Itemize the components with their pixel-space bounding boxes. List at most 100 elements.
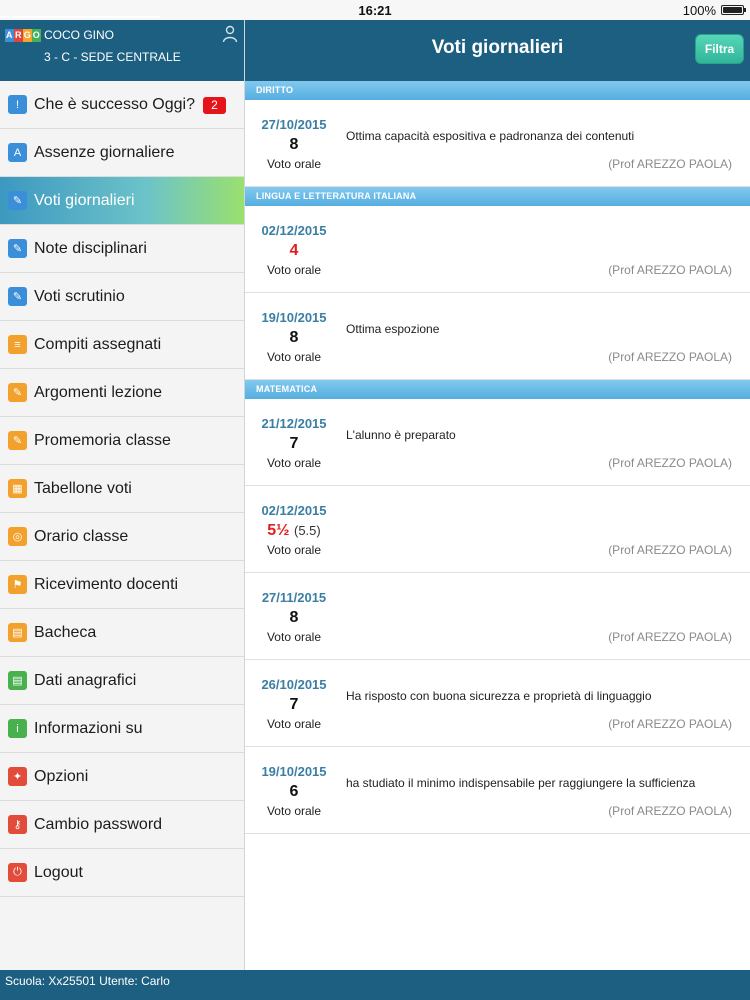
status-time: 16:21 [358, 3, 392, 18]
notification-badge: 2 [203, 97, 226, 114]
grade-teacher: (Prof AREZZO PAOLA) [608, 350, 732, 364]
sidebar-item-note-disciplinari[interactable]: ✎ Note disciplinari [0, 225, 244, 273]
sidebar-item-cambio-password[interactable]: ⚷ Cambio password [0, 801, 244, 849]
grade-value: 4 [245, 242, 343, 260]
sidebar-item-opzioni[interactable]: ✦ Opzioni [0, 753, 244, 801]
personal-data-icon: ▤ [8, 671, 27, 690]
homework-icon: ≡ [8, 335, 27, 354]
status-bar: 16:21 100% [0, 0, 750, 20]
sidebar-item-promemoria-classe[interactable]: ✎ Promemoria classe [0, 417, 244, 465]
grade-value: 7 [245, 435, 343, 453]
scrutiny-icon: ✎ [8, 287, 27, 306]
meeting-icon: ⚑ [8, 575, 27, 594]
sidebar-item-label: Logout [34, 863, 83, 881]
timetable-icon: ◎ [8, 527, 27, 546]
grade-type: Voto orale [266, 804, 322, 818]
sidebar-item-tabellone-voti[interactable]: ▦ Tabellone voti [0, 465, 244, 513]
sidebar-item-label: Dati anagrafici [34, 671, 137, 689]
grade-date: 27/10/2015 [261, 117, 327, 132]
grade-entry[interactable]: 19/10/2015 6 Voto orale ha studiato il mini… [245, 747, 750, 834]
user-switch-icon[interactable] [222, 25, 238, 43]
user-header: ARGO COCO GINO 3 - C - SEDE CENTRALE [0, 20, 244, 81]
grade-type: Voto orale [266, 456, 322, 470]
grade-decimal: (5.5) [293, 523, 321, 538]
sidebar-item-ricevimento-docenti[interactable]: ⚑ Ricevimento docenti [0, 561, 244, 609]
reminder-icon: ✎ [8, 431, 27, 450]
sidebar-item-voti-scrutinio[interactable]: ✎ Voti scrutinio [0, 273, 244, 321]
sidebar-item-bacheca[interactable]: ▤ Bacheca [0, 609, 244, 657]
grade-entry[interactable]: 02/12/2015 4 Voto orale (Prof AREZZO PAOLA) [245, 206, 750, 293]
grade-teacher: (Prof AREZZO PAOLA) [608, 157, 732, 171]
sidebar-item-orario-classe[interactable]: ◎ Orario classe [0, 513, 244, 561]
grade-date: 27/11/2015 [261, 590, 327, 605]
grade-teacher: (Prof AREZZO PAOLA) [608, 543, 732, 557]
grade-mark: 8 [289, 136, 299, 153]
sidebar-item-label: Voti giornalieri [34, 191, 135, 209]
sidebar-item-argomenti-lezione[interactable]: ✎ Argomenti lezione [0, 369, 244, 417]
grade-date: 02/12/2015 [261, 503, 327, 518]
grade-teacher: (Prof AREZZO PAOLA) [608, 456, 732, 470]
grade-mark: 5½ [267, 522, 290, 539]
sidebar-item-logout[interactable]: ⏻ Logout [0, 849, 244, 897]
grade-entry[interactable]: 26/10/2015 7 Voto orale Ha risposto con buo… [245, 660, 750, 747]
logo-letter: G [23, 29, 32, 42]
sidebar-item-label: Cambio password [34, 815, 163, 833]
grade-mark: 8 [289, 609, 299, 626]
power-icon: ⏻ [8, 863, 27, 882]
grade-entry[interactable]: 21/12/2015 7 Voto orale L'alunno è preparat… [245, 399, 750, 486]
grade-teacher: (Prof AREZZO PAOLA) [608, 263, 732, 277]
subject-header: DIRITTO [245, 81, 750, 100]
bulletin-icon: ▤ [8, 623, 27, 642]
grade-note: Ha risposto con buona sicurezza e propri… [346, 689, 652, 703]
sidebar-item-voti-giornalieri[interactable]: ✎ Voti giornalieri [0, 177, 244, 225]
grade-date: 02/12/2015 [261, 223, 327, 238]
grades-list: DIRITTO 27/10/2015 8 Voto orale Ottima capac… [245, 81, 750, 834]
grade-mark: 6 [289, 783, 299, 800]
grade-value: 5½ (5.5) [245, 522, 343, 540]
grade-mark: 8 [289, 329, 299, 346]
grade-teacher: (Prof AREZZO PAOLA) [608, 804, 732, 818]
grade-entry[interactable]: 02/12/2015 5½ (5.5) Voto orale (Prof AREZZO… [245, 486, 750, 573]
sidebar-item-informazioni-su[interactable]: i Informazioni su [0, 705, 244, 753]
battery-icon [721, 5, 746, 15]
sidebar-item-label: Opzioni [34, 767, 89, 785]
sidebar: ARGO COCO GINO 3 - C - SEDE CENTRALE ! Ch… [0, 20, 245, 970]
grade-type: Voto orale [266, 630, 322, 644]
sidebar-item-compiti-assegnati[interactable]: ≡ Compiti assegnati [0, 321, 244, 369]
grade-value: 8 [245, 609, 343, 627]
absences-icon: A [8, 143, 27, 162]
filter-button[interactable]: Filtra [695, 34, 744, 64]
main-header: Voti giornalieri Filtra [245, 20, 750, 81]
grade-value: 8 [245, 136, 343, 154]
wrench-icon: ✦ [8, 767, 27, 786]
grade-entry[interactable]: 27/11/2015 8 Voto orale (Prof AREZZO PAOLA) [245, 573, 750, 660]
grade-date: 21/12/2015 [261, 416, 327, 431]
grade-teacher: (Prof AREZZO PAOLA) [608, 717, 732, 731]
logo-letter: A [5, 29, 14, 42]
grade-type: Voto orale [266, 263, 322, 277]
sidebar-item-label: Informazioni su [34, 719, 143, 737]
sidebar-item-label: Orario classe [34, 527, 129, 545]
sidebar-item-assenze-giornaliere[interactable]: A Assenze giornaliere [0, 129, 244, 177]
logo-letter: O [32, 29, 41, 42]
grade-value: 6 [245, 783, 343, 801]
grade-date: 26/10/2015 [261, 677, 327, 692]
logo-letter: R [14, 29, 23, 42]
sidebar-item-label: Bacheca [34, 623, 97, 641]
sidebar-item-dati-anagrafici[interactable]: ▤ Dati anagrafici [0, 657, 244, 705]
sidebar-item-label: Promemoria classe [34, 431, 171, 449]
sidebar-item-label: Assenze giornaliere [34, 143, 175, 161]
grade-entry[interactable]: 27/10/2015 8 Voto orale Ottima capacità esp… [245, 100, 750, 187]
grade-value: 8 [245, 329, 343, 347]
sidebar-item-che-successo-oggi[interactable]: ! Che è successo Oggi? 2 [0, 81, 244, 129]
sidebar-menu: ! Che è successo Oggi? 2 A Assenze giornalie… [0, 81, 244, 897]
footer-bar: Scuola: Xx25501 Utente: Carlo [0, 970, 750, 1000]
grade-date: 19/10/2015 [261, 764, 327, 779]
grades-icon: ✎ [8, 191, 27, 210]
grade-type: Voto orale [266, 543, 322, 557]
page-title: Voti giornalieri [431, 37, 564, 58]
battery-percentage: 100% [682, 3, 716, 18]
grade-entry[interactable]: 19/10/2015 8 Voto orale Ottima espozione (Pr… [245, 293, 750, 380]
notes-icon: ✎ [8, 239, 27, 258]
grade-mark: 4 [289, 242, 299, 259]
